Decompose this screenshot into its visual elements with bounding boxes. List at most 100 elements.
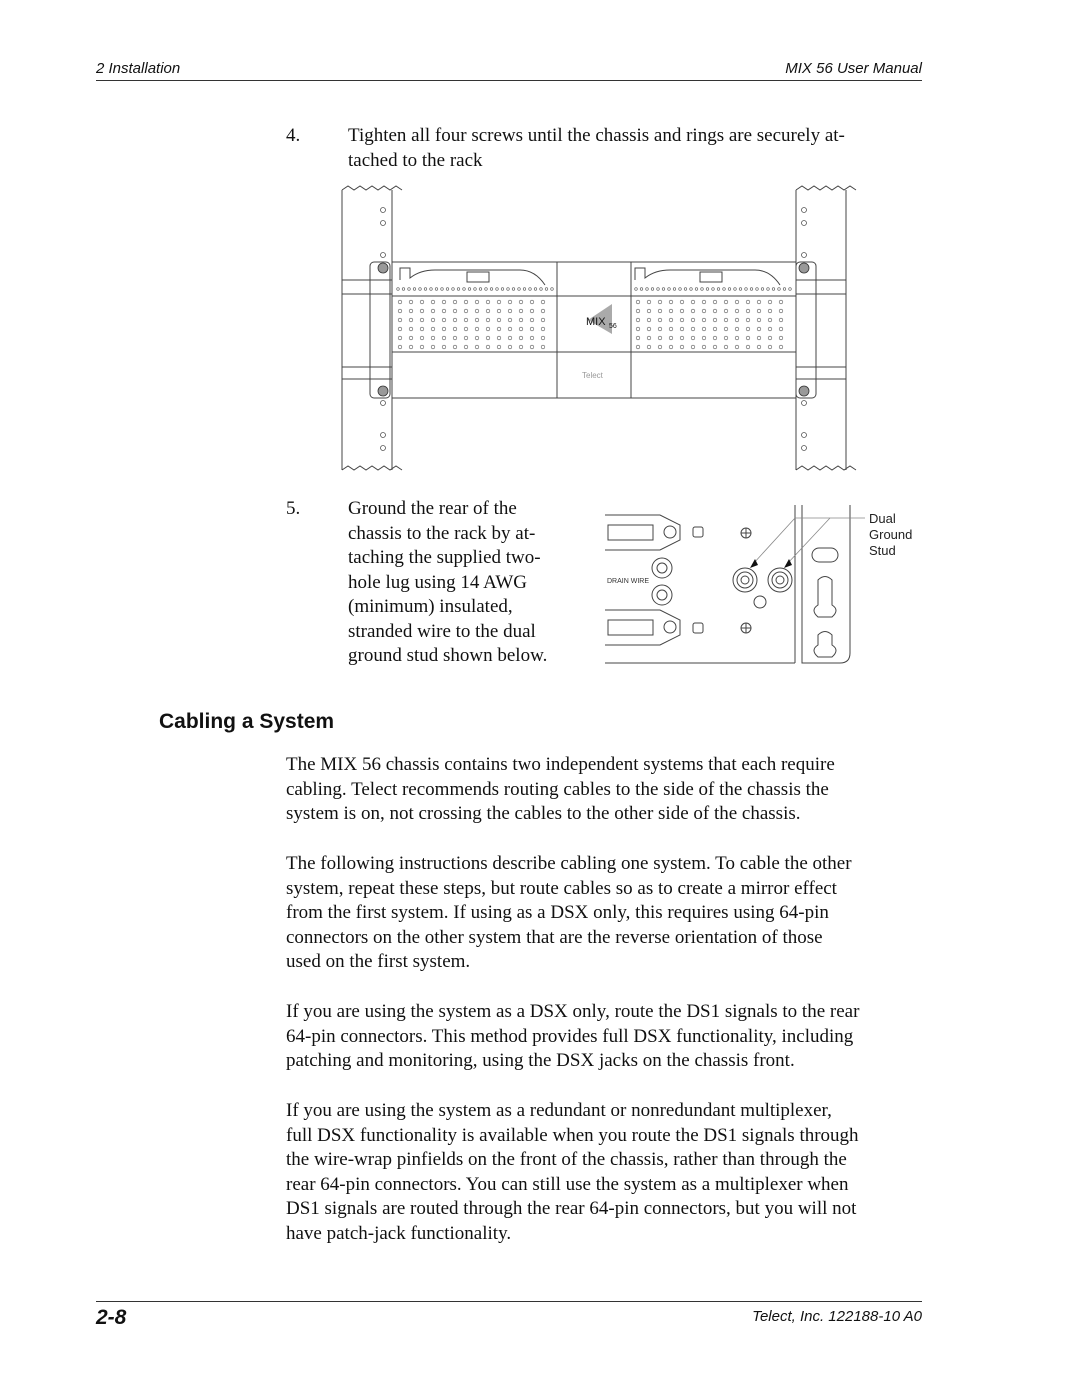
text-line: from the first system. If using as a DSX… — [286, 902, 829, 923]
jack-dot — [723, 335, 729, 341]
jack-dot — [712, 326, 718, 332]
jack-dot — [767, 299, 773, 305]
jack-dot — [657, 317, 663, 323]
jack-dot — [529, 335, 535, 341]
jack-dot — [767, 344, 773, 350]
jack-dot — [540, 326, 546, 332]
pin-dot — [544, 287, 549, 291]
jack-dot — [463, 344, 469, 350]
jack-dot — [485, 335, 491, 341]
pin-dot — [705, 287, 710, 291]
jack-dot — [679, 299, 685, 305]
jack-dot — [635, 317, 641, 323]
text-line: connectors on the other system that are … — [286, 926, 823, 948]
jack-dot — [474, 299, 480, 305]
jack-dot — [540, 308, 546, 314]
step-number: 4. — [286, 125, 301, 146]
jack-dot — [408, 308, 414, 314]
jack-dot — [441, 317, 447, 323]
pin-dot — [788, 287, 792, 291]
paragraph: The following instructions describe cabl… — [286, 852, 922, 975]
jack-dot — [745, 317, 751, 323]
pin-dot — [716, 287, 721, 291]
chassis-logo: MIX — [586, 316, 606, 328]
jack-dot — [529, 326, 535, 332]
pin-dot — [451, 287, 455, 291]
jack-dot — [734, 317, 740, 323]
jack-dot — [507, 344, 513, 350]
jack-dot — [745, 308, 751, 314]
pin-dot — [639, 287, 644, 291]
step-text-line: Ground the rear of the — [348, 498, 517, 519]
pin-dot — [749, 287, 754, 291]
text-line: used on the first system. — [286, 951, 471, 972]
jack-dot — [734, 344, 740, 350]
text-line: The MIX 56 chassis contains two independ… — [286, 754, 835, 775]
jack-dot — [778, 317, 784, 323]
pin-dot — [550, 287, 554, 291]
jack-dot — [485, 299, 491, 305]
jack-dot — [712, 308, 718, 314]
pin-dot — [722, 287, 726, 291]
jack-dot — [408, 335, 414, 341]
pin-dot — [683, 287, 688, 291]
pin-dot — [467, 287, 472, 291]
pin-dot — [506, 287, 510, 291]
jack-dot — [463, 308, 469, 314]
pin-dot — [771, 287, 776, 291]
jack-dot — [723, 344, 729, 350]
pin-dot — [434, 287, 439, 291]
jack-dot — [756, 308, 762, 314]
jack-dot — [756, 326, 762, 332]
jack-dot — [745, 344, 751, 350]
jack-dot — [690, 335, 696, 341]
jack-dot — [778, 308, 784, 314]
pin-dot — [700, 287, 704, 291]
jack-dot — [756, 335, 762, 341]
jack-dot — [657, 344, 663, 350]
text-line: DS1 signals are routed through the rear … — [286, 1198, 857, 1219]
jack-dot — [723, 299, 729, 305]
pin-dot — [500, 287, 505, 291]
pin-dot — [440, 287, 444, 291]
pin-dot — [727, 287, 732, 291]
jack-dot — [518, 299, 524, 305]
callout-line-1: Dual — [869, 511, 896, 526]
paragraph: If you are using the system as a redunda… — [286, 1099, 922, 1246]
header-section: 2 Installation — [96, 60, 181, 77]
jack-dot — [778, 344, 784, 350]
jack-dot — [701, 344, 707, 350]
jack-dot — [419, 344, 425, 350]
jack-dot — [474, 326, 480, 332]
jack-dot — [712, 335, 718, 341]
jack-dot — [529, 344, 535, 350]
pin-dot — [401, 287, 406, 291]
jack-dot — [529, 317, 535, 323]
footer-doc-id: Telect, Inc. 122188-10 A0 — [752, 1308, 922, 1325]
jack-dot — [767, 317, 773, 323]
jack-dot — [635, 299, 641, 305]
text-line: If you are using the system as a redunda… — [286, 1100, 832, 1121]
jack-dot — [397, 317, 403, 323]
jack-dot — [745, 299, 751, 305]
jack-dot — [734, 326, 740, 332]
jack-dot — [690, 344, 696, 350]
rack-front-figure: MIX 56 Telect — [341, 185, 857, 471]
jack-dot — [646, 299, 652, 305]
pin-dot — [738, 287, 743, 291]
jack-dot — [397, 326, 403, 332]
jack-dot — [408, 317, 414, 323]
jack-dot — [734, 299, 740, 305]
text-line: full DSX functionality is available when… — [286, 1124, 859, 1146]
jack-dot — [635, 344, 641, 350]
jack-dot — [507, 317, 513, 323]
text-line: have patch-jack functionality. — [286, 1222, 512, 1244]
jack-dot — [679, 335, 685, 341]
text-line: patching and monitoring, using the DSX j… — [286, 1050, 795, 1071]
pin-dot — [396, 287, 400, 291]
text-line: If you are using the system as a DSX onl… — [286, 1001, 860, 1022]
rear-ground-figure: DRAIN WIRE Dual Ground Stud — [605, 505, 912, 664]
jack-dot — [778, 299, 784, 305]
jack-dot — [397, 308, 403, 314]
jack-dot — [419, 326, 425, 332]
